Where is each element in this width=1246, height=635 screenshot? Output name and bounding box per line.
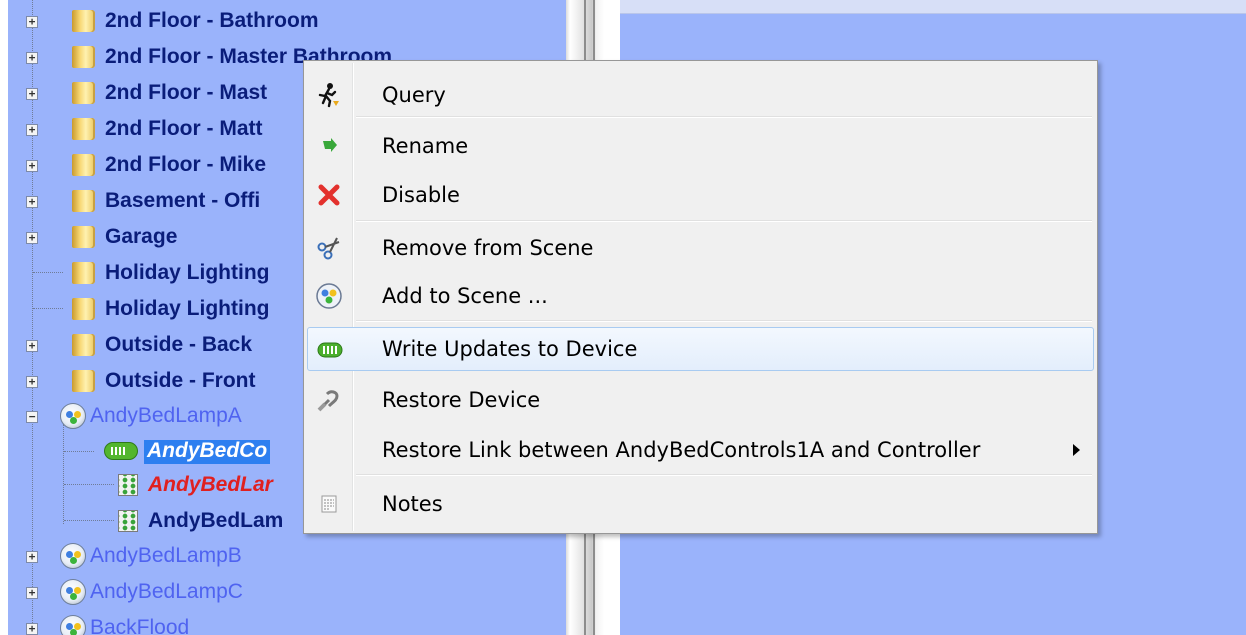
tree-connector-line	[64, 484, 114, 485]
menu-item-label: Add to Scene ...	[382, 284, 548, 308]
menu-item-label: Rename	[382, 134, 469, 158]
tree-item-scene[interactable]: + BackFlood	[8, 612, 566, 635]
green-arrow-icon	[315, 132, 343, 160]
tree-item-scene[interactable]: + AndyBedLampC	[8, 576, 566, 607]
expand-icon[interactable]: +	[26, 52, 38, 64]
expand-icon[interactable]: +	[26, 232, 38, 244]
folder-icon	[72, 10, 95, 32]
red-x-icon	[315, 181, 343, 209]
tree-connector-line	[33, 272, 63, 273]
folder-icon	[72, 226, 95, 248]
tree-item-label: Garage	[105, 225, 178, 248]
tree-item-label: AndyBedLam	[148, 509, 284, 532]
menu-item-label: Query	[382, 83, 446, 107]
expand-icon[interactable]: +	[26, 623, 38, 635]
scene-icon	[60, 579, 86, 605]
folder-icon	[72, 298, 95, 320]
folder-icon	[72, 82, 95, 104]
scissors-icon	[315, 234, 343, 262]
menu-separator	[356, 220, 1092, 222]
tree-item-label: 2nd Floor - Mast	[105, 81, 268, 104]
menu-item-add-to-scene[interactable]: Add to Scene ...	[307, 274, 1094, 318]
menu-item-restore-device[interactable]: Restore Device	[307, 378, 1094, 422]
submenu-arrow-icon	[1073, 444, 1080, 456]
folder-icon	[72, 370, 95, 392]
tree-item-label: AndyBedLampB	[90, 544, 242, 567]
tree-item-label: Holiday Lighting	[105, 297, 270, 320]
menu-item-rename[interactable]: Rename	[307, 124, 1094, 168]
keypad-icon	[118, 474, 138, 496]
tree-item-label: 2nd Floor - Matt	[105, 117, 263, 140]
menu-item-disable[interactable]: Disable	[307, 173, 1094, 217]
menu-item-label: Write Updates to Device	[382, 337, 638, 361]
menu-separator	[356, 474, 1092, 476]
expand-icon[interactable]: +	[26, 124, 38, 136]
collapse-icon[interactable]: −	[26, 411, 38, 423]
tree-item-label: Outside - Back	[105, 333, 253, 356]
menu-separator	[356, 320, 1092, 322]
tree-item-label: 2nd Floor - Mike	[105, 153, 267, 176]
folder-icon	[72, 154, 95, 176]
context-menu: Query Rename Disable Remove from Scene A…	[303, 60, 1098, 534]
tree-item-label: BackFlood	[90, 616, 190, 635]
details-header-strip	[620, 0, 1246, 14]
menu-separator	[356, 116, 1092, 118]
tree-connector-line	[64, 520, 114, 521]
folder-icon	[72, 118, 95, 140]
menu-item-label: Disable	[382, 183, 460, 207]
menu-item-label: Restore Device	[382, 388, 541, 412]
folder-icon	[72, 190, 95, 212]
folder-icon	[72, 334, 95, 356]
menu-item-label: Remove from Scene	[382, 236, 594, 260]
menu-item-write-updates[interactable]: Write Updates to Device	[307, 327, 1094, 371]
scene-icon	[315, 282, 343, 310]
tree-item-folder[interactable]: + 2nd Floor - Bathroom	[8, 5, 566, 36]
expand-icon[interactable]: +	[26, 196, 38, 208]
device-icon	[316, 336, 344, 364]
tree-item-label: Outside - Front	[105, 369, 256, 392]
menu-item-label: Restore Link between AndyBedControls1A a…	[382, 438, 981, 462]
expand-icon[interactable]: +	[26, 376, 38, 388]
expand-icon[interactable]: +	[26, 587, 38, 599]
device-icon	[104, 442, 138, 460]
tree-item-label: AndyBedLar	[148, 473, 273, 496]
tree-item-label: AndyBedLampC	[90, 580, 243, 603]
expand-icon[interactable]: +	[26, 160, 38, 172]
folder-icon	[72, 46, 95, 68]
restore-icon	[315, 386, 343, 414]
tree-item-label: AndyBedCo	[144, 440, 271, 464]
menu-item-remove-from-scene[interactable]: Remove from Scene	[307, 226, 1094, 270]
tree-connector-line	[33, 308, 63, 309]
tree-connector-line	[64, 451, 94, 452]
tree-item-label: 2nd Floor - Bathroom	[105, 9, 319, 32]
tree-item-label: Holiday Lighting	[105, 261, 270, 284]
scene-icon	[60, 543, 86, 569]
menu-item-label: Notes	[382, 492, 443, 516]
tree-item-scene[interactable]: + AndyBedLampB	[8, 540, 566, 571]
menu-item-notes[interactable]: Notes	[307, 482, 1094, 526]
notes-icon	[315, 490, 343, 518]
scene-icon	[60, 615, 86, 635]
menu-item-restore-link[interactable]: Restore Link between AndyBedControls1A a…	[307, 428, 1094, 472]
expand-icon[interactable]: +	[26, 340, 38, 352]
keypad-icon	[118, 510, 138, 532]
expand-icon[interactable]: +	[26, 88, 38, 100]
tree-item-label: AndyBedLampA	[90, 404, 242, 427]
scene-icon	[60, 403, 86, 429]
folder-icon	[72, 262, 95, 284]
tree-item-label: Basement - Offi	[105, 189, 261, 212]
menu-item-query[interactable]: Query	[307, 73, 1094, 117]
screen: + 2nd Floor - Bathroom + 2nd Floor - Mas…	[0, 0, 1246, 635]
expand-icon[interactable]: +	[26, 551, 38, 563]
expand-icon[interactable]: +	[26, 16, 38, 28]
running-man-icon	[315, 81, 343, 109]
